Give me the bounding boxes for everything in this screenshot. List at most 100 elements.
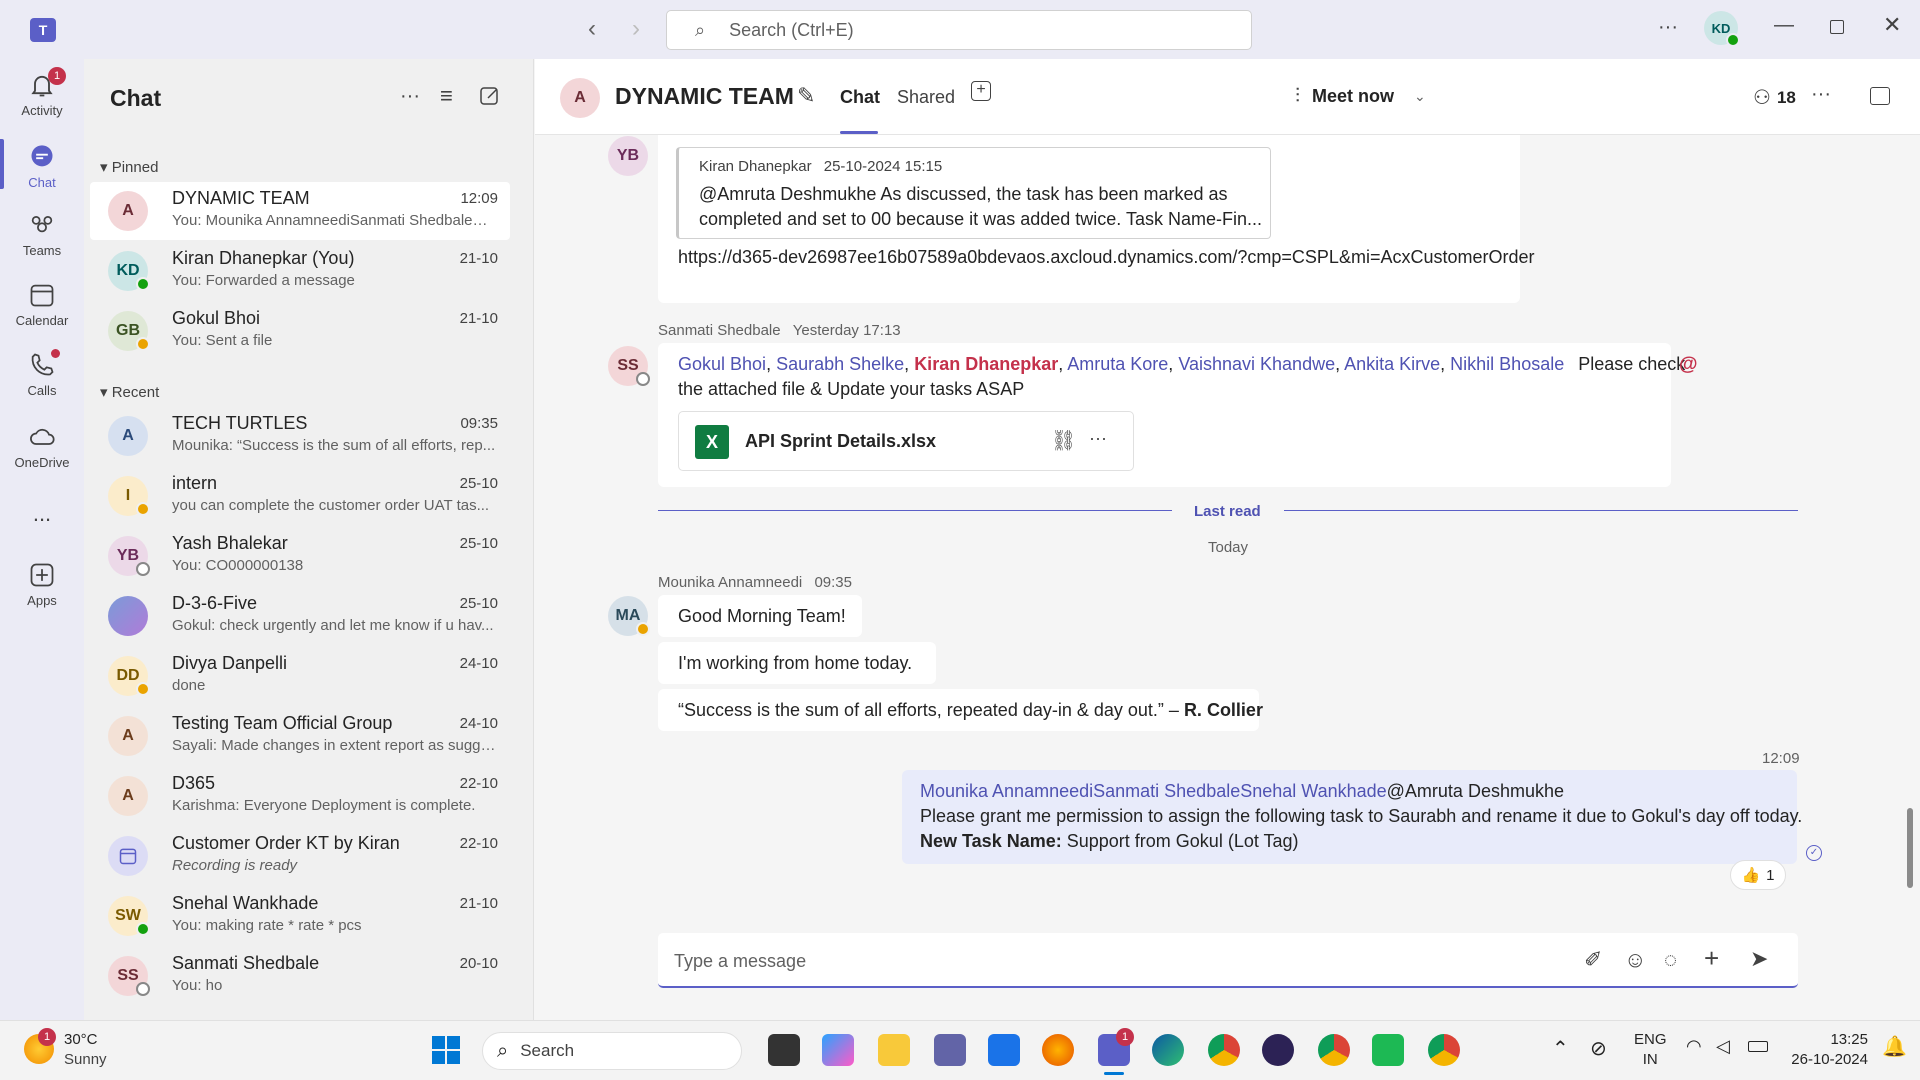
teams-logo-icon[interactable]: T bbox=[30, 18, 56, 42]
open-panel-icon[interactable] bbox=[1870, 87, 1890, 105]
pinned-section-header[interactable]: ▾ Pinned bbox=[100, 158, 158, 176]
firefox-icon[interactable] bbox=[1042, 1034, 1074, 1066]
title-bar: T ‹ › ⌕ Search (Ctrl+E) ··· KD — ✕ bbox=[0, 0, 1920, 59]
tab-chat[interactable]: Chat bbox=[840, 87, 880, 108]
language-indicator[interactable]: ENG IN bbox=[1634, 1030, 1667, 1070]
volume-icon[interactable]: ◁ bbox=[1716, 1036, 1730, 1057]
task-view-icon[interactable] bbox=[768, 1034, 800, 1066]
compose-box[interactable]: Type a message ✐ ☺ ◌ + ➤ bbox=[658, 933, 1798, 988]
notifications-bell-icon[interactable]: 🔔 bbox=[1882, 1034, 1907, 1059]
battery-icon[interactable] bbox=[1748, 1041, 1768, 1052]
quoted-message[interactable]: Kiran Dhanepkar 25-10-2024 15:15 @Amruta… bbox=[676, 147, 1271, 239]
add-apps-icon bbox=[30, 563, 54, 587]
audio-wave-icon: ⫶ bbox=[1295, 85, 1300, 107]
chat-item-d365[interactable]: A D365 22-10 Karishma: Everyone Deployme… bbox=[90, 767, 510, 825]
message-link[interactable]: https://d365-dev26987ee16b07589a0bdevaos… bbox=[678, 247, 1535, 268]
file-explorer-icon[interactable] bbox=[878, 1034, 910, 1066]
available-status-icon bbox=[136, 277, 150, 291]
chat-item-snehal[interactable]: SW Snehal Wankhade 21-10 You: making rat… bbox=[90, 887, 510, 945]
filter-icon[interactable]: ≡ bbox=[440, 83, 453, 109]
more-options-icon[interactable]: ··· bbox=[400, 85, 420, 108]
chat-item-testing-team[interactable]: A Testing Team Official Group 24-10 Saya… bbox=[90, 707, 510, 765]
chrome-icon[interactable] bbox=[1318, 1034, 1350, 1066]
windows-start-icon[interactable] bbox=[432, 1036, 460, 1064]
copilot-icon[interactable] bbox=[822, 1034, 854, 1066]
more-options-icon[interactable]: ··· bbox=[1658, 16, 1678, 39]
loop-icon[interactable]: ◌ bbox=[1664, 947, 1677, 973]
wifi-icon[interactable]: ◠ bbox=[1686, 1036, 1702, 1057]
search-icon: ⌕ bbox=[497, 1039, 509, 1062]
attach-plus-icon[interactable]: + bbox=[1704, 943, 1719, 974]
recent-section-header[interactable]: ▾ Recent bbox=[100, 383, 159, 401]
mention[interactable]: Saurabh Shelke bbox=[776, 354, 904, 374]
file-attachment[interactable]: X API Sprint Details.xlsx ⛓ ··· bbox=[678, 411, 1134, 471]
format-icon[interactable]: ✐ bbox=[1584, 947, 1602, 973]
chrome-icon[interactable] bbox=[1428, 1034, 1460, 1066]
taskbar-search[interactable]: ⌕ Search bbox=[482, 1032, 742, 1070]
available-status-icon bbox=[1726, 33, 1740, 47]
minimize-icon[interactable]: — bbox=[1774, 14, 1794, 37]
meet-now-button[interactable]: ⫶ Meet now ⌄ bbox=[1295, 85, 1426, 108]
copy-link-icon[interactable]: ⛓ bbox=[1051, 428, 1076, 453]
mention[interactable]: Ankita Kirve bbox=[1344, 354, 1440, 374]
rail-teams[interactable]: Teams bbox=[0, 211, 84, 258]
mention[interactable]: Gokul Bhoi bbox=[678, 354, 766, 374]
people-icon: ⚇ bbox=[1753, 87, 1771, 109]
rail-calls[interactable]: Calls bbox=[0, 351, 84, 398]
show-hidden-icons-icon[interactable]: ⌃ bbox=[1552, 1036, 1569, 1061]
restore-icon[interactable] bbox=[1830, 20, 1844, 34]
send-icon[interactable]: ➤ bbox=[1750, 946, 1768, 972]
offline-status-icon bbox=[636, 372, 650, 386]
participants-button[interactable]: ⚇ 18 bbox=[1753, 85, 1796, 110]
tab-shared[interactable]: Shared bbox=[897, 87, 955, 108]
rail-activity[interactable]: Activity bbox=[0, 71, 84, 118]
rail-apps[interactable]: Apps bbox=[0, 561, 84, 608]
chat-item-intern[interactable]: I intern 25-10 you can complete the cust… bbox=[90, 467, 510, 525]
chat-item-dynamic-team[interactable]: A DYNAMIC TEAM 12:09 You: Mounika Annamn… bbox=[90, 182, 510, 240]
more-options-icon[interactable]: ··· bbox=[1089, 428, 1107, 449]
offline-status-icon bbox=[136, 982, 150, 996]
mention-self[interactable]: Kiran Dhanepkar bbox=[914, 354, 1058, 374]
edit-pencil-icon[interactable]: ✎ bbox=[797, 83, 815, 109]
search-icon: ⌕ bbox=[695, 19, 706, 40]
scrollbar-thumb[interactable] bbox=[1907, 808, 1913, 888]
search-input[interactable]: ⌕ Search (Ctrl+E) bbox=[666, 10, 1252, 50]
rail-chat[interactable]: Chat bbox=[0, 143, 84, 190]
edge-icon[interactable] bbox=[1152, 1034, 1184, 1066]
clock[interactable]: 13:25 26-10-2024 bbox=[1782, 1030, 1868, 1070]
chat-item-divya[interactable]: DD Divya Danpelli 24-10 done bbox=[90, 647, 510, 705]
chat-item-d365-five[interactable]: D-3-6-Five 25-10 Gokul: check urgently a… bbox=[90, 587, 510, 645]
available-status-icon bbox=[136, 922, 150, 936]
spreadsheet-app-icon[interactable] bbox=[1372, 1034, 1404, 1066]
rail-more[interactable]: ... bbox=[0, 501, 84, 527]
chat-item-tech-turtles[interactable]: A TECH TURTLES 09:35 Mounika: “Success i… bbox=[90, 407, 510, 465]
store-icon[interactable] bbox=[988, 1034, 1020, 1066]
message-bubble: Kiran Dhanepkar 25-10-2024 15:15 @Amruta… bbox=[658, 135, 1535, 303]
add-tab-icon[interactable]: + bbox=[971, 81, 991, 101]
mention[interactable]: Nikhil Bhosale bbox=[1450, 354, 1564, 374]
mention[interactable]: Mounika AnnamneediSanmati ShedbaleSnehal… bbox=[920, 781, 1387, 801]
more-options-icon[interactable]: ··· bbox=[1811, 83, 1831, 106]
mention[interactable]: Amruta Kore bbox=[1067, 354, 1168, 374]
new-chat-icon[interactable] bbox=[478, 84, 502, 108]
thumbs-up-icon: 👍 bbox=[1741, 867, 1761, 884]
chat-item-gokul[interactable]: GB Gokul Bhoi 21-10 You: Sent a file bbox=[90, 302, 510, 360]
network-off-icon[interactable]: ⊘ bbox=[1590, 1036, 1607, 1061]
rail-onedrive[interactable]: OneDrive bbox=[0, 423, 84, 470]
chat-item-sanmati[interactable]: SS Sanmati Shedbale 20-10 You: ho bbox=[90, 947, 510, 1005]
back-arrow-icon[interactable]: ‹ bbox=[588, 15, 596, 43]
forward-arrow-icon[interactable]: › bbox=[632, 15, 640, 43]
chat-item-kiran[interactable]: KD Kiran Dhanepkar (You) 21-10 You: Forw… bbox=[90, 242, 510, 300]
message-input[interactable]: Type a message bbox=[674, 951, 806, 972]
chrome-icon[interactable] bbox=[1208, 1034, 1240, 1066]
reaction-pill[interactable]: 👍 1 bbox=[1730, 860, 1786, 890]
teams-taskbar-icon[interactable] bbox=[934, 1034, 966, 1066]
rail-calendar[interactable]: Calendar bbox=[0, 281, 84, 328]
chat-item-customer-order-kt[interactable]: Customer Order KT by Kiran 22-10 Recordi… bbox=[90, 827, 510, 885]
emoji-icon[interactable]: ☺ bbox=[1624, 947, 1646, 973]
chat-item-yash[interactable]: YB Yash Bhalekar 25-10 You: CO000000138 bbox=[90, 527, 510, 585]
close-icon[interactable]: ✕ bbox=[1883, 12, 1901, 38]
eclipse-icon[interactable] bbox=[1262, 1034, 1294, 1066]
mention[interactable]: Vaishnavi Khandwe bbox=[1178, 354, 1335, 374]
chat-icon bbox=[31, 145, 53, 167]
